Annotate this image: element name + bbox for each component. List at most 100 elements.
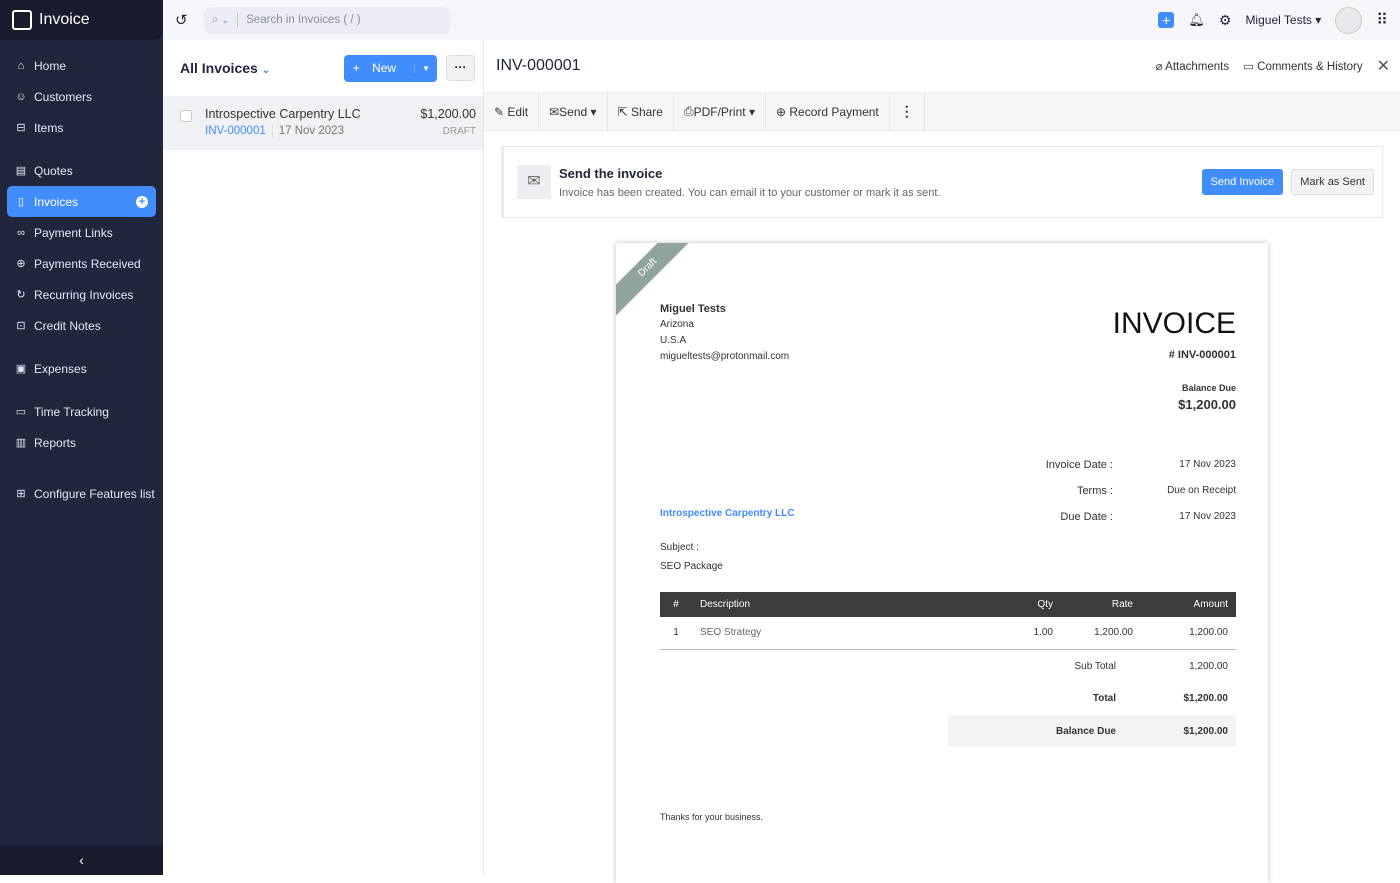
new-dropdown-button[interactable]: ▼ [414, 63, 437, 73]
from-state: Arizona [660, 319, 694, 330]
search-icon[interactable]: ⌕ ⌄ [212, 14, 229, 27]
grid-icon: ⊞ [16, 488, 26, 500]
item-description: SEO Strategy [692, 617, 945, 650]
col-number: # [660, 592, 692, 617]
subtotal-row: Sub Total 1,200.00 [948, 661, 1236, 672]
apps-grid-icon[interactable]: ⠿ [1376, 10, 1388, 30]
chevron-down-icon: ⌄ [261, 65, 271, 76]
record-payment-button[interactable]: ⊕ Record Payment [766, 93, 890, 130]
gear-icon[interactable]: ⚙ [1219, 12, 1232, 29]
credit-note-icon: ⊡ [16, 320, 26, 332]
pdf-label: PDF/Print [693, 104, 746, 119]
search-input[interactable]: ⌕ ⌄ Search in Invoices ( / ) [204, 6, 450, 34]
sidebar-item-payment-links[interactable]: ∞ Payment Links [7, 217, 156, 248]
share-button[interactable]: ⇱ Share [608, 93, 674, 130]
edit-button[interactable]: ✎ Edit [484, 93, 540, 130]
recent-history-icon[interactable]: ↺ [175, 11, 188, 29]
sidebar-item-invoices[interactable]: ▯ Invoices + [7, 186, 156, 217]
balance-due: $1,200.00 [1183, 725, 1229, 737]
subject-label: Subject : [660, 542, 699, 553]
comments-label: Comments & History [1257, 61, 1363, 73]
sidebar-item-quotes[interactable]: ▤ Quotes [7, 155, 156, 186]
sidebar-item-expenses[interactable]: ▣ Expenses [7, 353, 156, 384]
send-label: Send [559, 104, 588, 119]
col-rate: Rate [1061, 592, 1141, 617]
home-icon: ⌂ [17, 59, 25, 72]
add-invoice-icon[interactable]: + [136, 195, 148, 208]
label: Payment Links [34, 225, 113, 240]
invoice-date: 17 Nov 2023 [1179, 459, 1236, 470]
balance-due-amount: $1,200.00 [1178, 397, 1236, 412]
pdf-print-button[interactable]: ⎙ PDF/Print ▾ [674, 93, 766, 130]
customer-name: Introspective Carpentry LLC [205, 107, 361, 121]
more-options-button[interactable]: ··· [446, 55, 475, 81]
list-view-selector[interactable]: All Invoices ⌄ [180, 60, 270, 76]
label: Credit Notes [34, 318, 101, 333]
edit-label: Edit [507, 104, 529, 119]
send-button[interactable]: ✉ Send ▾ [539, 93, 608, 130]
from-email: migueltests@protonmail.com [660, 351, 790, 362]
envelope-icon: ✉ [517, 165, 551, 199]
invoice-icon: ▯ [17, 196, 25, 208]
label: Time Tracking [34, 404, 109, 419]
link-icon: ∞ [17, 226, 25, 239]
label: Items [34, 120, 64, 135]
bill-to-link[interactable]: Introspective Carpentry LLC [660, 508, 794, 519]
invoice-heading: INVOICE [1112, 307, 1236, 340]
user-menu[interactable]: Miguel Tests ▾ [1245, 13, 1321, 27]
attachments-label: Attachments [1165, 61, 1230, 73]
sidebar-item-reports[interactable]: ▥ Reports [7, 427, 156, 458]
sidebar-item-payments-received[interactable]: ⊕ Payments Received [7, 248, 156, 279]
new-label: New [372, 61, 397, 75]
row-checkbox[interactable] [180, 110, 192, 122]
toolbar: ✎ Edit ✉ Send ▾ ⇱ Share ⎙ PDF/Print ▾ ⊕ Re… [484, 92, 1400, 131]
recurring-icon: ↻ [16, 289, 26, 301]
user-name: Miguel Tests [1245, 13, 1312, 27]
due-date: 17 Nov 2023 [1179, 511, 1236, 522]
app-brand[interactable]: Invoice [0, 0, 163, 40]
more-actions-button[interactable]: ⋮ [890, 93, 925, 130]
col-qty: Qty [944, 592, 1061, 617]
paperclip-icon: ⌀ [1155, 61, 1163, 73]
subtotal-label: Sub Total [1074, 661, 1116, 672]
sidebar-item-recurring-invoices[interactable]: ↻ Recurring Invoices [7, 279, 156, 310]
sidebar: Invoice ⌂ Home ☺ Customers ⊟ Items ▤ Quotes … [0, 0, 163, 875]
col-amount: Amount [1141, 592, 1236, 617]
new-button[interactable]: + New ▼ [343, 54, 437, 82]
calendar-icon: ▭ [15, 406, 27, 418]
status-badge: DRAFT [442, 126, 476, 137]
label: Customers [34, 89, 93, 104]
collapse-sidebar-button[interactable]: ‹ [0, 845, 163, 875]
balance-due-label: Balance Due [1181, 383, 1236, 393]
send-invoice-banner: ✉ Send the invoice Invoice has been creat… [501, 146, 1383, 218]
label: Configure Features list [34, 486, 155, 501]
total-row: Total $1,200.00 [948, 693, 1236, 704]
sidebar-item-customers[interactable]: ☺ Customers [7, 81, 156, 112]
payment-icon: ⊕ [16, 258, 26, 270]
sidebar-item-home[interactable]: ⌂ Home [7, 50, 156, 81]
invoice-date: 17 Nov 2023 [278, 125, 344, 137]
app-title: Invoice [39, 11, 90, 28]
mark-as-sent-button[interactable]: Mark as Sent [1291, 169, 1374, 195]
invoice-number[interactable]: INV-000001 [205, 125, 273, 137]
due-date-label: Due Date : [1060, 511, 1113, 523]
banner-heading: Send the invoice [559, 165, 663, 181]
sidebar-item-items[interactable]: ⊟ Items [7, 112, 156, 143]
total: $1,200.00 [1183, 693, 1229, 704]
sidebar-item-credit-notes[interactable]: ⊡ Credit Notes [7, 310, 156, 341]
item-amount: 1,200.00 [1141, 617, 1236, 650]
from-name: Miguel Tests [660, 303, 726, 315]
invoice-list: All Invoices ⌄ + New ▼ ··· Introspective … [163, 40, 484, 875]
send-invoice-button[interactable]: Send Invoice [1201, 169, 1284, 195]
attachments-button[interactable]: ⌀ Attachments [1156, 59, 1229, 73]
bell-icon[interactable]: 🔔︎ [1188, 12, 1205, 28]
subject: SEO Package [660, 561, 723, 572]
sidebar-item-configure-features[interactable]: ⊞ Configure Features list [7, 478, 156, 509]
close-icon[interactable]: ✕ [1377, 56, 1390, 76]
avatar[interactable] [1335, 6, 1363, 34]
sidebar-item-time-tracking[interactable]: ▭ Time Tracking [7, 396, 156, 427]
invoice-logo-icon [12, 10, 32, 30]
comments-history-button[interactable]: ▭ Comments & History [1243, 59, 1363, 73]
quick-create-button[interactable]: + [1158, 12, 1175, 28]
table-row[interactable]: Introspective Carpentry LLC INV-000001 17… [163, 96, 483, 150]
